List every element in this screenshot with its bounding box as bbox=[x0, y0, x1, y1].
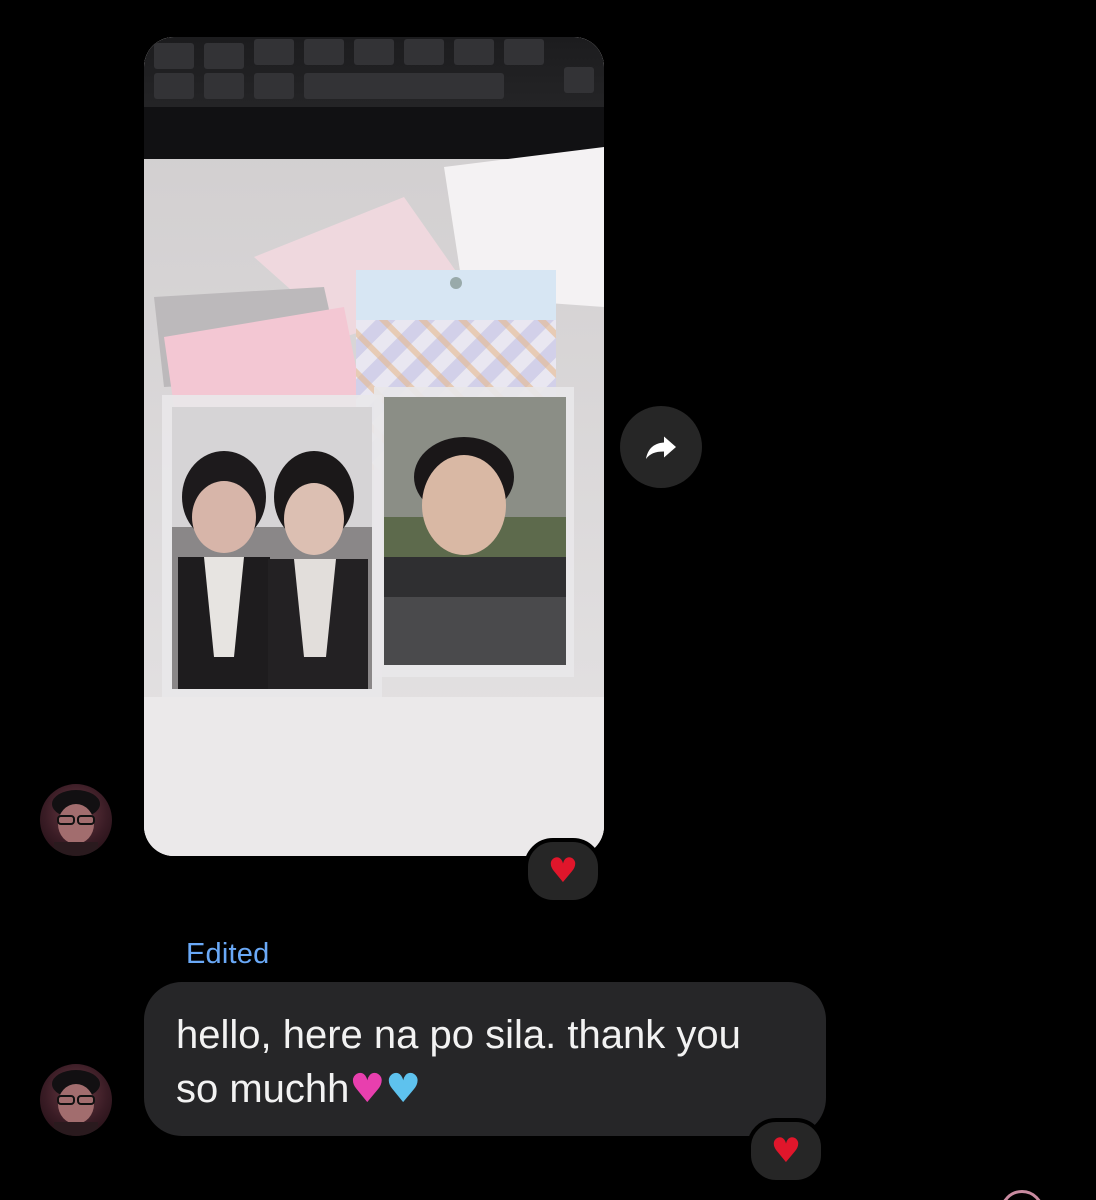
photo-reaction-badge[interactable]: ♥ bbox=[524, 838, 602, 904]
pink-heart-icon: ♥ bbox=[349, 1066, 386, 1112]
avatar[interactable] bbox=[40, 784, 112, 856]
text-reaction-badge[interactable]: ♥ bbox=[747, 1118, 825, 1184]
read-receipt-avatar bbox=[1000, 1190, 1044, 1200]
user-avatar-icon bbox=[52, 1070, 100, 1136]
user-avatar-icon bbox=[52, 790, 100, 856]
chat-thread: ♥ Edited hello, here na po sila. thank y… bbox=[0, 0, 1096, 1200]
message-body: hello, here na po sila. thank you so muc… bbox=[176, 1013, 741, 1111]
edited-label: Edited bbox=[186, 938, 270, 970]
photo-image bbox=[144, 37, 604, 856]
heart-icon: ♥ bbox=[547, 851, 579, 891]
blue-heart-icon: ♥ bbox=[385, 1066, 422, 1112]
forward-arrow-icon bbox=[646, 436, 676, 459]
text-message-bubble[interactable]: hello, here na po sila. thank you so muc… bbox=[144, 982, 826, 1136]
message-text: hello, here na po sila. thank you so muc… bbox=[176, 1008, 794, 1116]
forward-button[interactable] bbox=[620, 406, 702, 488]
avatar[interactable] bbox=[40, 1064, 112, 1136]
photo-message[interactable] bbox=[144, 37, 604, 856]
heart-icon: ♥ bbox=[770, 1131, 802, 1171]
